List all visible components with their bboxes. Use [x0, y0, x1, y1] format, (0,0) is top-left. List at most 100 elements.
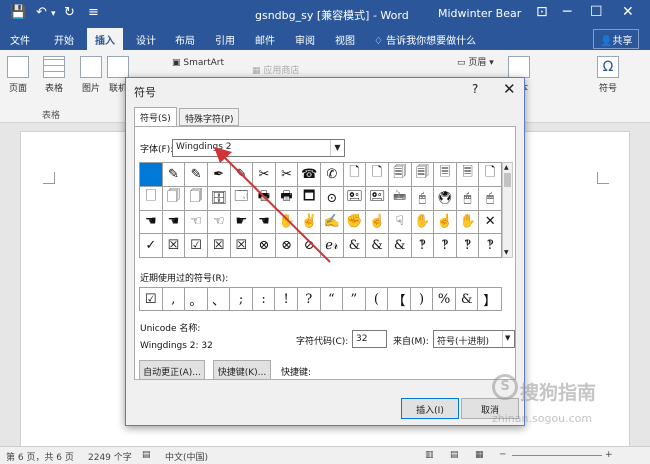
ribbon-display-icon[interactable]: ⊡	[536, 4, 548, 20]
symbol-cell[interactable]: ☜	[207, 210, 231, 235]
tab-special-characters[interactable]: 特殊字符(P)	[179, 108, 240, 126]
symbol-cell[interactable]: &	[388, 234, 412, 258]
redo-icon[interactable]: ↻	[64, 5, 75, 20]
symbol-cell[interactable]: 🖲	[434, 186, 457, 211]
symbol-cell[interactable]: ☒	[207, 234, 231, 258]
symbol-cell[interactable]: 🖰	[411, 186, 435, 211]
scroll-thumb[interactable]	[504, 173, 511, 187]
symbol-cell[interactable]: ‽	[411, 234, 435, 258]
symbol-cell[interactable]: ‽	[434, 234, 457, 258]
symbol-cell[interactable]: ☒	[230, 234, 254, 258]
symbol-cell[interactable]: ℯ𝓇	[321, 234, 344, 258]
pages-button[interactable]: 页面	[4, 56, 32, 94]
symbol-cell[interactable]: ✎	[230, 163, 254, 187]
recent-symbol-cell[interactable]: ?	[298, 288, 321, 310]
symbol-cell[interactable]: 🖱	[479, 186, 502, 211]
word-count[interactable]: 2249 个字	[88, 450, 132, 463]
zoom-out-icon[interactable]: ─	[500, 450, 505, 460]
symbol-cell[interactable]: ☚	[140, 210, 163, 235]
symbol-cell[interactable]: ☎	[298, 163, 321, 187]
symbol-cell[interactable]: ✋	[275, 210, 299, 235]
zoom-in-icon[interactable]: +	[605, 450, 613, 460]
read-mode-icon[interactable]: ▥	[425, 450, 434, 460]
tab-insert[interactable]: 插入	[87, 28, 123, 50]
app-store-button[interactable]: ▦ 应用商店	[252, 63, 299, 76]
zoom-slider[interactable]	[512, 455, 602, 456]
symbol-cell[interactable]: ✕	[479, 210, 502, 235]
symbol-cell[interactable]: 🗐	[411, 163, 435, 187]
symbol-button[interactable]: Ω 符号	[594, 56, 622, 94]
symbol-cell[interactable]: ✎	[162, 163, 186, 187]
char-code-input[interactable]: 32	[352, 330, 387, 348]
recent-symbol-cell[interactable]: 】	[478, 288, 501, 310]
undo-icon[interactable]: ↶	[36, 5, 47, 20]
recent-symbol-cell[interactable]: ☑	[140, 288, 163, 310]
recent-symbol-cell[interactable]: %	[433, 288, 456, 310]
symbol-cell[interactable]: &	[366, 234, 389, 258]
recent-symbol-cell[interactable]: &	[456, 288, 479, 310]
tab-home[interactable]: 开始	[54, 32, 74, 47]
symbol-cell[interactable]: 🗔	[230, 186, 254, 211]
insert-button[interactable]: 插入(I)	[401, 398, 459, 419]
recent-symbol-cell[interactable]: 。	[185, 288, 208, 310]
symbol-cell[interactable]: 🖮	[388, 186, 412, 211]
recent-symbol-cell[interactable]: “	[321, 288, 344, 310]
tab-layout[interactable]: 布局	[175, 32, 195, 47]
symbol-cell[interactable]: ✒	[207, 163, 231, 187]
tell-me-box[interactable]: ♢ 告诉我你想要做什么	[374, 32, 476, 47]
symbol-cell[interactable]: 🖱	[456, 186, 480, 211]
symbol-cell[interactable]: 🗍	[185, 186, 208, 211]
symbol-cell[interactable]: ☑	[185, 234, 208, 258]
symbol-cell[interactable]: ☚	[162, 210, 186, 235]
recent-symbol-cell[interactable]: !	[275, 288, 298, 310]
symbol-cell[interactable]: ✂	[275, 163, 299, 187]
symbol-cell[interactable]: 🗐	[388, 163, 412, 187]
recent-symbol-cell[interactable]: 、	[208, 288, 231, 310]
symbol-cell[interactable]: 🖭	[343, 186, 367, 211]
symbol-cell[interactable]: ⊗	[275, 234, 299, 258]
user-name[interactable]: Midwinter Bear	[438, 7, 521, 20]
save-icon[interactable]: 💾	[10, 5, 26, 20]
symbol-cell[interactable]: ✂	[253, 163, 276, 187]
symbol-grid-scrollbar[interactable]: ▲ ▼	[502, 162, 513, 258]
symbol-cell[interactable]: 🖶	[253, 186, 276, 211]
symbol-cell[interactable]: 🗋	[366, 163, 389, 187]
language[interactable]: 中文(中国)	[165, 450, 208, 463]
symbol-cell[interactable]: ✌	[298, 210, 321, 235]
symbol-cell[interactable]: ‽	[456, 234, 480, 258]
recent-symbol-cell[interactable]: ”	[343, 288, 366, 310]
symbol-cell[interactable]: 🗖	[298, 186, 321, 211]
symbol-cell[interactable]: ✋	[411, 210, 435, 235]
recent-symbol-cell[interactable]: (	[366, 288, 389, 310]
symbol-cell[interactable]: 🗏	[434, 163, 457, 187]
proofing-icon[interactable]: ▤	[142, 450, 151, 460]
print-layout-icon[interactable]: ▤	[450, 450, 459, 460]
shortcut-key-button[interactable]: 快捷键(K)...	[213, 360, 271, 380]
web-layout-icon[interactable]: ▦	[475, 450, 484, 460]
picture-button[interactable]: 图片	[78, 56, 104, 94]
share-button[interactable]: 👤共享	[593, 29, 640, 49]
customize-quick-access-icon[interactable]: ≡	[88, 5, 99, 20]
tab-review[interactable]: 审阅	[295, 32, 315, 47]
symbol-cell[interactable]: 🗏	[456, 163, 480, 187]
symbol-cell[interactable]: ☝	[434, 210, 457, 235]
symbol-cell[interactable]: ‽	[479, 234, 502, 258]
symbol-cell[interactable]: ☒	[162, 234, 186, 258]
symbol-cell[interactable]: ✎	[185, 163, 208, 187]
symbol-grid[interactable]: ✎ ✎ ✒ ✎ ✂ ✂ ☎ ✆ 🗋 🗋 🗐 🗐 🗏 🗏 🗋 🗌 🗍 🗍 🗄 🗔 🖶 🖶 🗖 ⊙ 🖭 🖭 🖮 🖰 🖲 🖱 🖱 ☚ ☚ ☜ ☜ ☛ ☚ ✋ ✌ ✍…	[139, 162, 502, 258]
autocorrect-button[interactable]: 自动更正(A)...	[139, 360, 205, 380]
symbol-cell[interactable]: 🗌	[140, 186, 163, 211]
recent-symbols[interactable]: ☑,。、;:!? “”(【)% &】	[139, 287, 502, 311]
symbol-cell[interactable]: 🖭	[366, 186, 389, 211]
smartart-button[interactable]: ▣ SmartArt	[172, 58, 224, 68]
symbol-cell[interactable]: ☜	[185, 210, 208, 235]
font-select[interactable]: Wingdings 2 ▼	[172, 139, 345, 157]
symbol-cell[interactable]: ⊗	[253, 234, 276, 258]
tab-mailings[interactable]: 邮件	[255, 32, 275, 47]
recent-symbol-cell[interactable]: :	[253, 288, 276, 310]
tab-references[interactable]: 引用	[215, 32, 235, 47]
symbol-cell[interactable]: ⊘	[298, 234, 321, 258]
symbol-cell[interactable]: ☝	[366, 210, 389, 235]
symbol-cell[interactable]: &	[343, 234, 367, 258]
header-button[interactable]: ▭ 页眉 ▾	[457, 55, 494, 68]
